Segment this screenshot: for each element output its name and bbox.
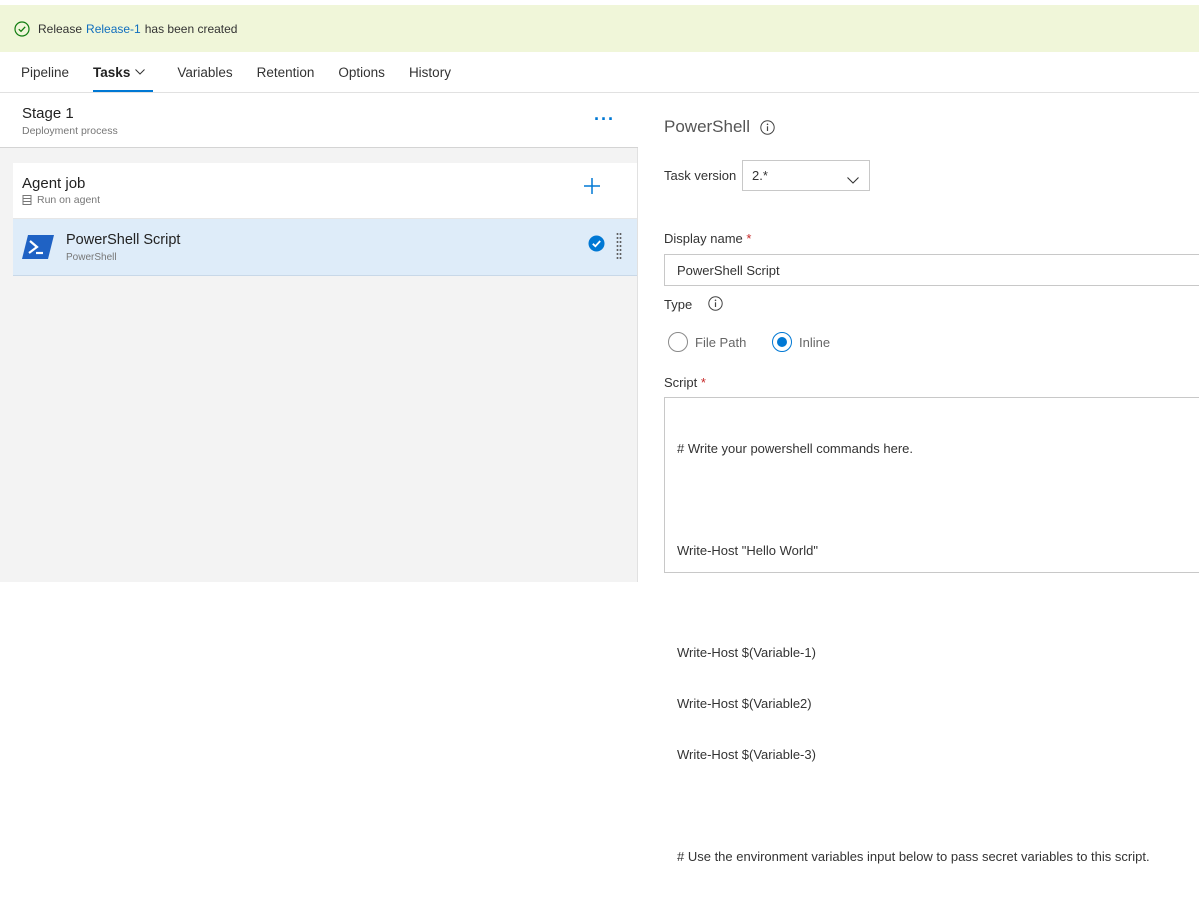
banner-prefix: Release <box>38 21 83 36</box>
stage-title: Stage 1 <box>22 105 74 122</box>
check-circle-icon <box>14 20 30 37</box>
tab-label: Tasks <box>93 64 131 80</box>
tab-label: Retention <box>256 64 315 80</box>
tab-retention[interactable]: Retention <box>257 52 315 92</box>
banner-suffix: has been created <box>144 21 238 36</box>
add-task-icon[interactable] <box>583 177 601 200</box>
server-icon <box>22 195 32 205</box>
info-icon[interactable] <box>708 296 723 311</box>
script-line <box>677 797 1199 814</box>
script-line: # Write your powershell commands here. <box>677 441 914 456</box>
display-name-label-text: Display name <box>664 231 743 246</box>
radio-label: File Path <box>695 334 747 350</box>
script-label: Script * <box>664 375 706 390</box>
script-line: # Use the environment variables input be… <box>677 849 1150 864</box>
task-version-label: Task version <box>664 168 737 183</box>
enabled-check-icon[interactable] <box>588 235 605 252</box>
script-line <box>677 491 1199 508</box>
tab-variables[interactable]: Variables <box>177 52 232 92</box>
task-subtitle: PowerShell <box>66 252 117 263</box>
tab-history[interactable]: History <box>409 52 451 92</box>
panel-title-row: PowerShell <box>664 117 775 137</box>
type-radio-inline[interactable]: Inline <box>772 332 830 352</box>
tab-tasks[interactable]: Tasks <box>93 52 154 92</box>
more-options-button[interactable]: ··· <box>594 109 615 130</box>
stage-subtitle: Deployment process <box>22 125 118 137</box>
tab-label: Options <box>338 64 385 80</box>
script-line <box>677 593 1199 610</box>
release-link[interactable]: Release-1 <box>86 22 141 36</box>
display-name-input[interactable]: PowerShell Script <box>664 254 1199 286</box>
agent-job-title: Agent job <box>22 175 86 192</box>
agent-job-subtitle-row: Run on agent <box>22 194 637 206</box>
tab-pipeline[interactable]: Pipeline <box>21 52 69 92</box>
agent-job-subtitle: Run on agent <box>37 194 101 206</box>
tab-label: Pipeline <box>21 64 70 80</box>
type-radio-file-path[interactable]: File Path <box>668 332 746 352</box>
panel-title: PowerShell <box>664 117 750 136</box>
task-details-panel: PowerShell Task version 2.* Display name… <box>639 93 1199 864</box>
script-label-text: Script <box>664 375 698 390</box>
script-line: Write-Host $(Variable-3) <box>677 747 816 762</box>
agent-job[interactable]: Agent job Run on agent <box>13 163 637 219</box>
powershell-icon <box>22 235 54 259</box>
required-marker: * <box>700 375 706 390</box>
task-list-panel: Stage 1 Deployment process ··· Agent job… <box>0 93 638 582</box>
pipeline-tabs: Pipeline Tasks Variables Retention Optio… <box>0 52 1199 93</box>
required-marker: * <box>746 231 752 246</box>
task-version-value: 2.* <box>752 168 768 183</box>
display-name-label: Display name * <box>664 231 751 246</box>
script-line: Write-Host $(Variable-1) <box>677 645 816 660</box>
success-banner: Release Release-1 has been created <box>0 5 1199 52</box>
chevron-down-icon <box>135 69 146 75</box>
script-line: Write-Host $(Variable2) <box>677 696 812 711</box>
task-item-powershell[interactable]: PowerShell Script PowerShell <box>13 219 637 276</box>
task-title: PowerShell Script <box>66 232 181 248</box>
radio-circle <box>772 332 792 352</box>
type-label: Type <box>664 297 693 312</box>
stage-header[interactable]: Stage 1 Deployment process ··· <box>0 93 638 148</box>
info-icon[interactable] <box>760 119 775 135</box>
script-line: Write-Host "Hello World" <box>677 543 818 558</box>
task-version-select[interactable]: 2.* <box>742 160 870 191</box>
radio-circle <box>668 332 688 352</box>
radio-label: Inline <box>799 334 831 350</box>
drag-handle-icon[interactable] <box>616 232 622 265</box>
tab-label: Variables <box>177 64 233 80</box>
tab-label: History <box>408 64 451 80</box>
chevron-down-icon <box>847 172 859 187</box>
tab-options[interactable]: Options <box>338 52 385 92</box>
script-editor[interactable]: # Write your powershell commands here. W… <box>664 397 1199 864</box>
